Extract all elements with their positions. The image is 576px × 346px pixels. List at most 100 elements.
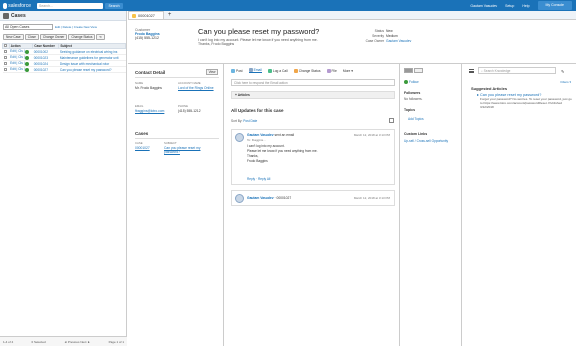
followers-value: No followers. [404, 97, 423, 101]
global-search-input[interactable]: Search... [37, 2, 103, 9]
page-indicator: Page 1 of 1 [108, 339, 124, 344]
case-subject: Can you please reset my password? [198, 27, 320, 36]
publisher-log-call[interactable]: Log a Call [267, 68, 288, 73]
customer-block: Customer Frodo Baggins (415) 555-1212 [135, 28, 160, 40]
upsell-link[interactable]: Up-sell / Cross-sell Opportunity [404, 139, 448, 143]
email-recipient: To: fbaggins... [247, 138, 266, 142]
top-bar-right: Gautam Vasudev Setup Help My Console [470, 0, 576, 11]
related-cases-title: Cases [135, 131, 149, 136]
publisher-tabs: Post Email Log a Call Change Status File… [231, 68, 353, 73]
help-link[interactable]: Help [522, 4, 529, 8]
email-icon [248, 68, 253, 72]
knowledge-search-input[interactable]: ⌕ Search Knowledge [478, 67, 556, 74]
cases-table: Action Case Number Subject Edit | Cls | … [2, 43, 126, 73]
filters-link[interactable]: Filters ▾ [560, 80, 571, 84]
publisher-post[interactable]: Post [231, 68, 243, 73]
publisher-file[interactable]: File [326, 68, 337, 73]
row-actions[interactable]: Edit | Cls | [9, 66, 33, 73]
app-switcher[interactable]: My Console [537, 1, 572, 10]
row-checkbox[interactable] [3, 67, 7, 71]
view-contact-button[interactable]: View [206, 69, 218, 75]
status-icon [25, 49, 30, 54]
email-link[interactable]: fbaggins@lotro.com [135, 109, 164, 113]
follow-button[interactable]: Follow [404, 80, 419, 84]
add-topics-link[interactable]: Add Topics [408, 117, 424, 121]
chatter-sidebar: Follow Followers No followers. Topics Ad… [400, 64, 462, 346]
sidebar-view-toggle [404, 68, 423, 73]
list-view-icon[interactable] [404, 68, 413, 73]
email-field: EMAIL fbaggins@lotro.com [135, 104, 165, 113]
topics-title: Topics [404, 108, 416, 112]
subject-link[interactable]: Design issue with mechanical rotor [60, 62, 109, 66]
related-subject-link[interactable]: Can you please reset my password? [164, 146, 216, 154]
account-link[interactable]: Lord of the Rings Online [178, 86, 220, 90]
knowledge-panel: ⌕ Search Knowledge ✎ Filters ▾ Suggested… [463, 64, 576, 346]
case-feed: Post Email Log a Call Change Status File… [225, 64, 400, 346]
case-fields: Status New Severity Medium Case Owner Gauta… [356, 29, 426, 44]
case-description: I can't log into my account. Please let … [198, 38, 318, 46]
status-icon [25, 55, 30, 60]
publisher-email[interactable]: Email [248, 68, 262, 73]
phone-icon [267, 68, 272, 73]
record-count[interactable]: 1-4 of 4 [3, 340, 13, 344]
grid-view-icon[interactable] [414, 68, 423, 73]
case-icon [132, 13, 136, 18]
setup-link[interactable]: Setup [505, 4, 514, 8]
close-button[interactable]: Close [24, 34, 39, 40]
email-action-input[interactable]: Click here to respond the Email action [231, 79, 395, 86]
articles-section[interactable]: + Articles [231, 91, 395, 99]
change-status-button[interactable]: Change Status [68, 34, 96, 40]
sort-select[interactable]: Post Date [243, 119, 257, 123]
menu-icon[interactable] [469, 69, 474, 73]
search-button[interactable]: Search [105, 2, 123, 9]
salesforce-logo[interactable]: salesforce [3, 1, 31, 10]
new-case-button[interactable]: New Case [3, 34, 24, 40]
account-field: ACCOUNT NAME Lord of the Rings Online [178, 81, 220, 90]
related-case-link[interactable]: 00001027 [135, 146, 150, 150]
publisher-more[interactable]: More ▾ [343, 68, 353, 73]
filter-icon[interactable] [389, 118, 394, 123]
row-checkbox[interactable] [3, 55, 7, 59]
author-link[interactable]: Gautam Vasudev [247, 196, 274, 200]
change-owner-button[interactable]: Change Owner [39, 34, 68, 40]
subject-link[interactable]: Seeking guidance on electrical wiring in… [60, 50, 117, 54]
brand-name: salesforce [8, 2, 31, 9]
author-link[interactable]: Gautam Vasudev [247, 133, 274, 137]
status-icon [25, 61, 30, 66]
case-number-link[interactable]: 00001024 [34, 62, 48, 66]
publisher-change-status[interactable]: Change Status [293, 68, 321, 73]
cases-list-panel: Cases All Open Cases Edit | Delete | Cre… [0, 11, 127, 346]
row-checkbox[interactable] [3, 61, 7, 65]
settings-icon[interactable]: ✎ [561, 69, 564, 74]
avatar[interactable] [235, 194, 244, 203]
subject-link[interactable]: Can you please reset my password? [60, 68, 112, 72]
view-links[interactable]: Edit | Delete | Create New View [55, 25, 97, 29]
row-checkbox[interactable] [3, 49, 7, 53]
avatar[interactable] [235, 133, 244, 142]
col-case-number[interactable]: Case Number [32, 43, 60, 49]
prev-next[interactable]: ◄ Previous Next ► [64, 340, 90, 344]
owner-link[interactable]: Gautam Vasudev [386, 39, 411, 43]
user-menu[interactable]: Gautam Vasudev [470, 4, 497, 8]
reply-links[interactable]: Reply · Reply All [247, 177, 270, 181]
case-number-link[interactable]: 00001023 [34, 56, 48, 60]
select-all-checkbox[interactable] [4, 44, 7, 47]
top-bar: salesforce Search... Search Gautam Vasud… [0, 0, 576, 11]
feed-title: All Updates for this case [231, 108, 284, 113]
refresh-button[interactable]: ↻ [96, 34, 106, 40]
contact-detail-title: Contact Detail [135, 70, 166, 75]
customer-phone: (415) 555-1212 [135, 36, 159, 40]
table-row[interactable]: Edit | Cls | 00001027 Can you please res… [2, 66, 126, 73]
view-select[interactable]: All Open Cases [3, 24, 53, 30]
subject-link[interactable]: Maintenance guidelines for generator uni… [60, 56, 119, 60]
case-number-link[interactable]: 00001002 [34, 50, 48, 54]
suggested-articles-title: Suggested Articles [471, 86, 508, 91]
tab-case-00001027[interactable]: 00001027 [128, 11, 164, 19]
new-tab-button[interactable]: + [168, 11, 172, 19]
name-field: NAME Mr. Frodo Baggins [135, 81, 162, 90]
status-label: Status [374, 29, 384, 33]
feed-sort: Sort By: Post Date [231, 119, 258, 123]
related-case-number: CASE 00001027 [135, 141, 150, 150]
case-number-link[interactable]: 00001027 [34, 68, 48, 72]
selected-count[interactable]: 0 Selected [32, 340, 46, 344]
